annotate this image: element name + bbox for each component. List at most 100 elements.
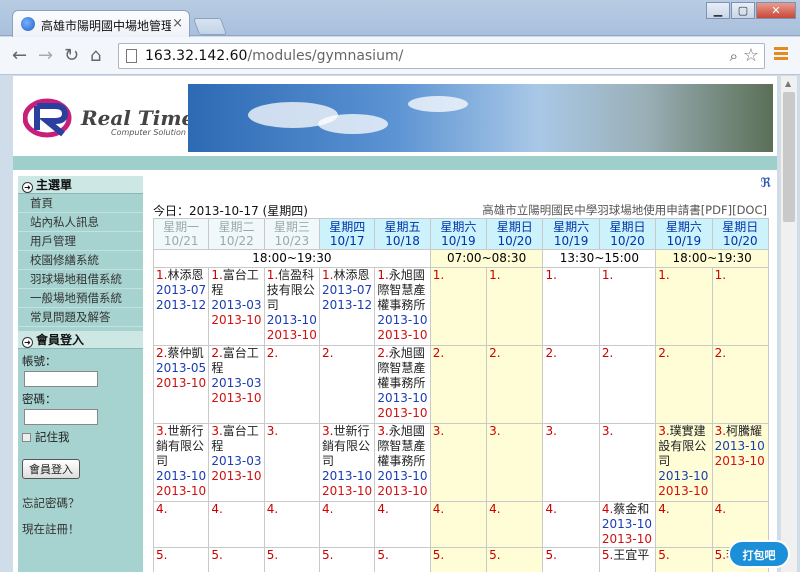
maximize-button[interactable]: ▢ bbox=[731, 2, 755, 19]
login-form: 帳號： 密碼： 記住我 會員登入 忘記密碼？ 現在註冊！ bbox=[18, 349, 143, 537]
booking-slot[interactable]: 5. bbox=[542, 547, 600, 572]
scroll-up-icon[interactable]: ▲ bbox=[785, 79, 791, 88]
booking-slot[interactable]: 2.富台工程 2013-03 2013-10 bbox=[208, 345, 265, 424]
account-label: 帳號： bbox=[22, 354, 57, 368]
booking-slot[interactable]: 1.林添恩 2013-07 2013-12 bbox=[152, 267, 210, 346]
sidebar-item-home[interactable]: 首頁 bbox=[18, 194, 143, 213]
booking-slot[interactable]: 2.永旭國際智慧產權事務所 2013-10 2013-10 bbox=[374, 345, 431, 424]
new-tab-button[interactable] bbox=[192, 18, 228, 35]
booking-slot[interactable]: 4. bbox=[263, 501, 321, 548]
account-input[interactable] bbox=[24, 371, 98, 387]
password-input[interactable] bbox=[24, 409, 98, 425]
booking-slot[interactable]: 3.永旭國際智慧產權事務所 2013-10 2013-10 bbox=[374, 423, 431, 502]
booking-slot[interactable]: 4. bbox=[152, 501, 210, 548]
back-arrow-icon[interactable]: ← bbox=[12, 45, 27, 66]
forgot-password-link[interactable]: 忘記密碼？ bbox=[22, 495, 139, 511]
booking-slot[interactable]: 1. bbox=[598, 267, 657, 346]
register-link[interactable]: 現在註冊！ bbox=[22, 521, 139, 537]
booking-slot[interactable]: 5. bbox=[319, 547, 376, 572]
booking-slot[interactable]: 3. bbox=[429, 423, 488, 502]
booking-row: 1.林添恩 2013-07 2013-12 1.富台工程 2013-03 2013-10 1… bbox=[152, 267, 770, 346]
sidebar-item-faq[interactable]: 常見問題及解答 bbox=[18, 308, 143, 327]
remember-checkbox[interactable] bbox=[22, 433, 31, 442]
sidebar-item-repair[interactable]: 校園修繕系統 bbox=[18, 251, 143, 270]
booking-slot[interactable]: 2. bbox=[598, 345, 657, 424]
application-form-links[interactable]: 高雄市立陽明國民中學羽球場地使用申請書[PDF][DOC] bbox=[482, 202, 767, 218]
booking-slot[interactable]: 1. bbox=[429, 267, 488, 346]
booking-row: 5.5.5.5.5.5.5.5.5.王宜平5.5.李美 bbox=[152, 547, 770, 572]
booking-slot[interactable]: 5. bbox=[374, 547, 431, 572]
address-bar[interactable]: 163.32.142.60/modules/gymnasium/ ⌕ ☆ bbox=[118, 43, 765, 69]
sidebar-item-badminton[interactable]: 羽球場地租借系統 bbox=[18, 270, 143, 289]
booking-slot[interactable]: 5. bbox=[208, 547, 265, 572]
minimize-button[interactable]: ▁ bbox=[706, 2, 730, 19]
booking-slot[interactable]: 2. bbox=[711, 345, 770, 424]
booking-slot[interactable]: 5. bbox=[655, 547, 713, 572]
booking-slot[interactable]: 2. bbox=[429, 345, 488, 424]
booking-slot[interactable]: 2. bbox=[263, 345, 321, 424]
booking-slot[interactable]: 1. bbox=[486, 267, 544, 346]
browser-tab[interactable]: 高雄市陽明國中場地管理系統 × bbox=[12, 10, 190, 37]
menu-icon[interactable] bbox=[774, 47, 788, 62]
booking-date: 2013-10 bbox=[322, 469, 373, 483]
url-text[interactable]: 163.32.142.60/modules/gymnasium/ bbox=[145, 48, 403, 64]
booking-slot[interactable]: 2. bbox=[319, 345, 376, 424]
bookmark-star-icon[interactable]: ☆ bbox=[743, 45, 759, 66]
booking-slot[interactable]: 4. bbox=[429, 501, 488, 548]
booking-slot[interactable]: 5. bbox=[486, 547, 544, 572]
booking-slot[interactable]: 3. bbox=[263, 423, 321, 502]
booking-slot[interactable]: 2. bbox=[486, 345, 544, 424]
booking-slot[interactable]: 2. bbox=[655, 345, 713, 424]
booking-slot[interactable]: 3. bbox=[542, 423, 600, 502]
booking-slot[interactable]: 1.永旭國際智慧產權事務所 2013-10 2013-10 bbox=[374, 267, 431, 346]
site-header: Real Time Computer Solution bbox=[13, 76, 777, 156]
booking-date: 2013-10 bbox=[377, 328, 428, 342]
booking-slot[interactable]: 4. bbox=[374, 501, 431, 548]
booking-slot[interactable]: 3.柯騰耀 2013-10 2013-10 bbox=[711, 423, 770, 502]
booking-slot[interactable]: 1.信盈科技有限公司 2013-10 2013-10 bbox=[263, 267, 321, 346]
booking-slot[interactable]: 4. bbox=[655, 501, 713, 548]
zoom-icon[interactable]: ⌕ bbox=[730, 47, 738, 65]
booking-slot[interactable]: 1. bbox=[542, 267, 600, 346]
booking-slot[interactable]: 1. bbox=[711, 267, 770, 346]
close-window-button[interactable]: ✕ bbox=[756, 2, 796, 19]
booking-date: 2013-10 bbox=[714, 439, 765, 453]
booking-slot[interactable]: 3.富台工程 2013-03 2013-10 bbox=[208, 423, 265, 502]
booking-date: 2013-07 bbox=[156, 283, 207, 297]
booking-slot[interactable]: 1.林添恩 2013-07 2013-12 bbox=[319, 267, 376, 346]
booking-slot[interactable]: 2. bbox=[542, 345, 600, 424]
booking-slot[interactable]: 4. bbox=[542, 501, 600, 548]
header-divider bbox=[13, 156, 777, 170]
scrollbar-thumb[interactable] bbox=[783, 92, 795, 222]
home-icon[interactable]: ⌂ bbox=[90, 45, 101, 66]
booking-slot[interactable]: 2.蔡仲凱 2013-05 2013-10 bbox=[152, 345, 210, 424]
login-button[interactable]: 會員登入 bbox=[22, 459, 80, 479]
booking-slot[interactable]: 3.璞實建設有限公司 2013-10 2013-10 bbox=[655, 423, 713, 502]
booking-slot[interactable]: 5. bbox=[263, 547, 321, 572]
booker-name: 林添恩 bbox=[167, 268, 204, 283]
tab-close-icon[interactable]: × bbox=[172, 16, 183, 31]
page-scrollbar[interactable]: ▲ bbox=[780, 76, 797, 572]
booking-slot[interactable]: 4. bbox=[319, 501, 376, 548]
sidebar-item-venue[interactable]: 一般場地預借系統 bbox=[18, 289, 143, 308]
booking-slot[interactable]: 3. bbox=[598, 423, 657, 502]
booking-slot[interactable]: 1. bbox=[655, 267, 713, 346]
forward-arrow-icon[interactable]: → bbox=[38, 45, 53, 66]
booking-slot[interactable]: 4.蔡金和 2013-10 2013-10 bbox=[598, 501, 657, 548]
booking-slot[interactable]: 5. bbox=[429, 547, 488, 572]
booking-slot[interactable]: 5.王宜平 bbox=[598, 547, 657, 572]
booking-slot[interactable]: 5. bbox=[152, 547, 210, 572]
sidebar-item-users[interactable]: 用戶管理 bbox=[18, 232, 143, 251]
booking-slot[interactable]: 1.富台工程 2013-03 2013-10 bbox=[208, 267, 265, 346]
remember-me[interactable]: 記住我 bbox=[22, 429, 139, 445]
booking-slot[interactable]: 3.世新行銷有限公司 2013-10 2013-10 bbox=[319, 423, 376, 502]
booker-name: 蔡仲凱 bbox=[167, 346, 204, 361]
booking-date: 2013-10 bbox=[266, 313, 317, 327]
sidebar-item-messages[interactable]: 站內私人訊息 bbox=[18, 213, 143, 232]
booking-slot[interactable]: 4. bbox=[208, 501, 265, 548]
day-header: 星期六 10/19 bbox=[655, 218, 713, 250]
booking-slot[interactable]: 3.世新行銷有限公司 2013-10 2013-10 bbox=[152, 423, 210, 502]
reload-icon[interactable]: ↻ bbox=[64, 45, 79, 66]
booking-slot[interactable]: 3. bbox=[486, 423, 544, 502]
booking-slot[interactable]: 4. bbox=[486, 501, 544, 548]
